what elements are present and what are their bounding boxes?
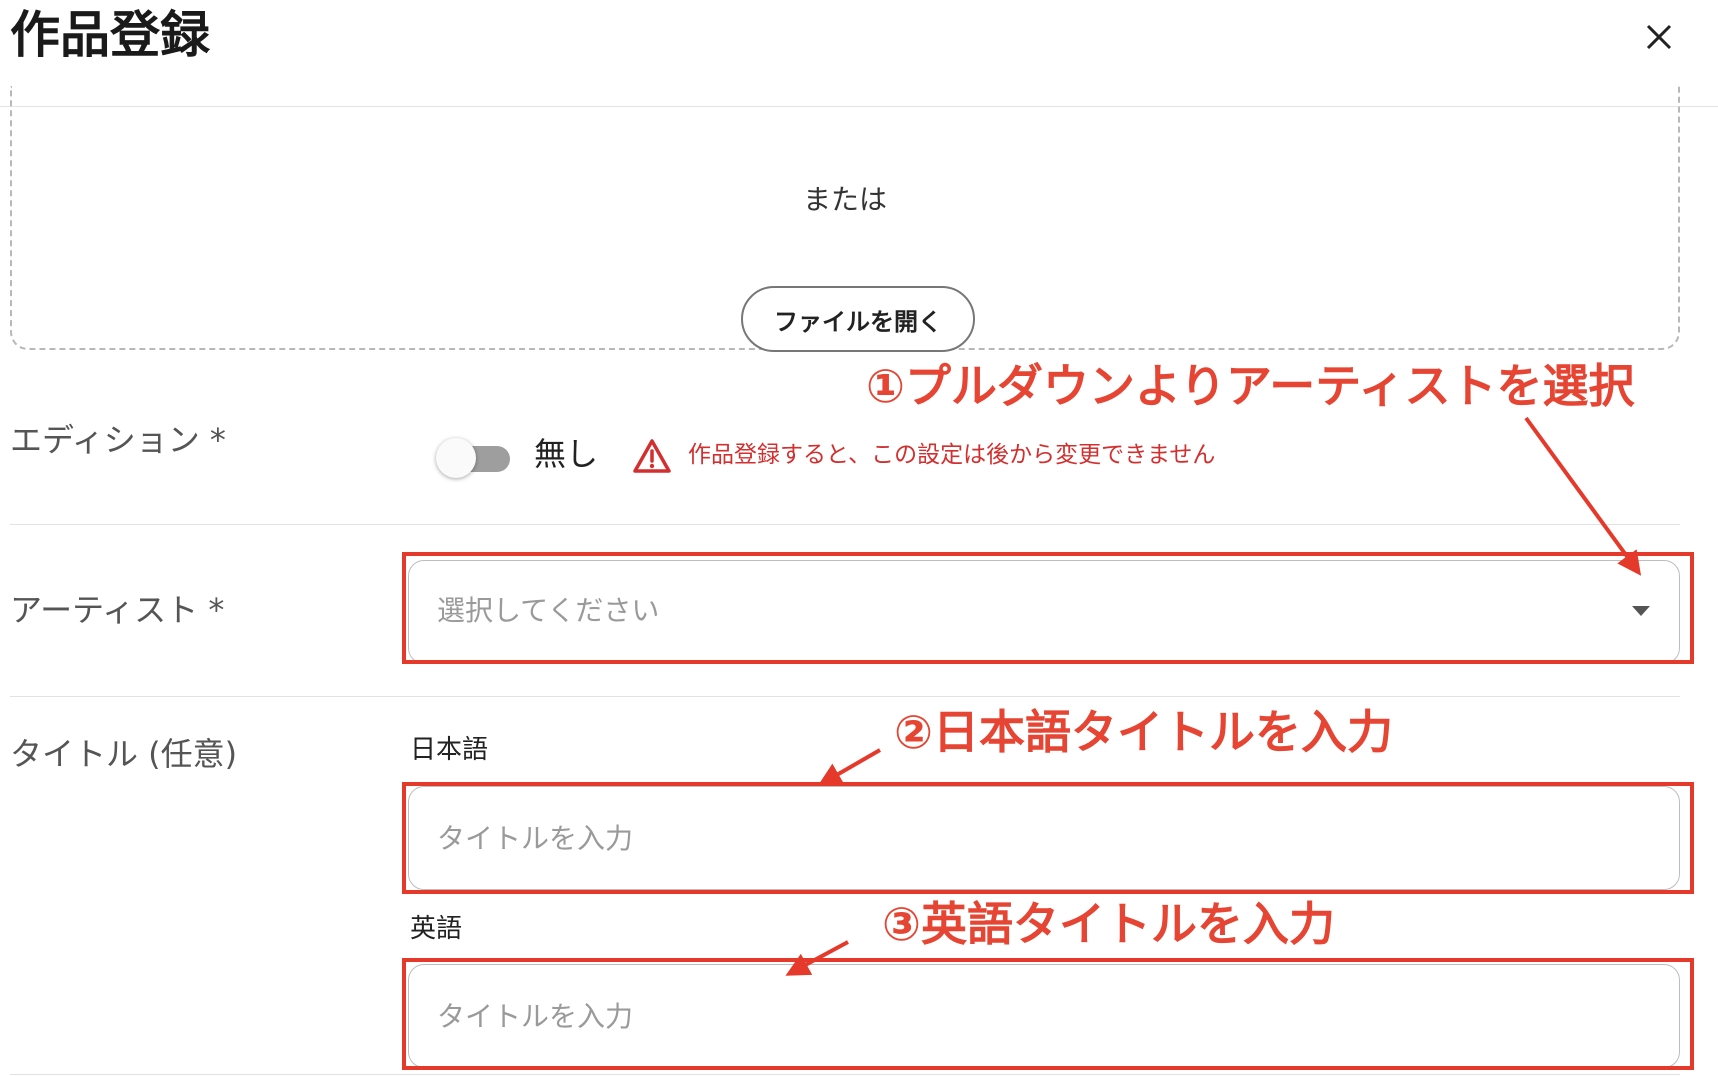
- artist-select[interactable]: 選択してください: [408, 560, 1680, 664]
- artist-label: アーティスト *: [10, 591, 225, 629]
- artist-select-placeholder: 選択してください: [437, 594, 660, 627]
- english-title-label: 英語: [410, 914, 463, 944]
- close-icon: [1646, 24, 1672, 50]
- english-title-input[interactable]: [408, 964, 1680, 1068]
- arrow-step1: [1524, 416, 1642, 576]
- japanese-title-label: 日本語: [410, 735, 489, 765]
- toggle-knob: [436, 438, 476, 478]
- close-button[interactable]: [1636, 14, 1682, 60]
- caret-down-icon: [1632, 606, 1650, 616]
- step2-annotation: ②日本語タイトルを入力: [894, 705, 1393, 759]
- or-text: または: [802, 186, 887, 212]
- title-label: タイトル (任意): [10, 735, 238, 773]
- step3-annotation: ③英語タイトルを入力: [882, 897, 1335, 951]
- divider: [10, 696, 1680, 697]
- step1-annotation: ①プルダウンよりアーティストを選択: [866, 359, 1635, 413]
- page-title: 作品登録: [10, 6, 210, 64]
- file-dropzone[interactable]: または ファイルを開く: [10, 86, 1680, 352]
- divider: [10, 1074, 1680, 1075]
- edition-toggle[interactable]: [436, 438, 512, 478]
- edition-toggle-text: 無し: [534, 435, 599, 473]
- warning-triangle-icon: [633, 439, 671, 473]
- edition-label: エディション *: [10, 421, 226, 459]
- open-file-button[interactable]: ファイルを開く: [741, 286, 975, 352]
- arrow-step2: [817, 748, 881, 786]
- edition-warning-text: 作品登録すると、この設定は後から変更できません: [688, 442, 1216, 468]
- japanese-title-input[interactable]: [408, 786, 1680, 890]
- divider: [10, 524, 1680, 525]
